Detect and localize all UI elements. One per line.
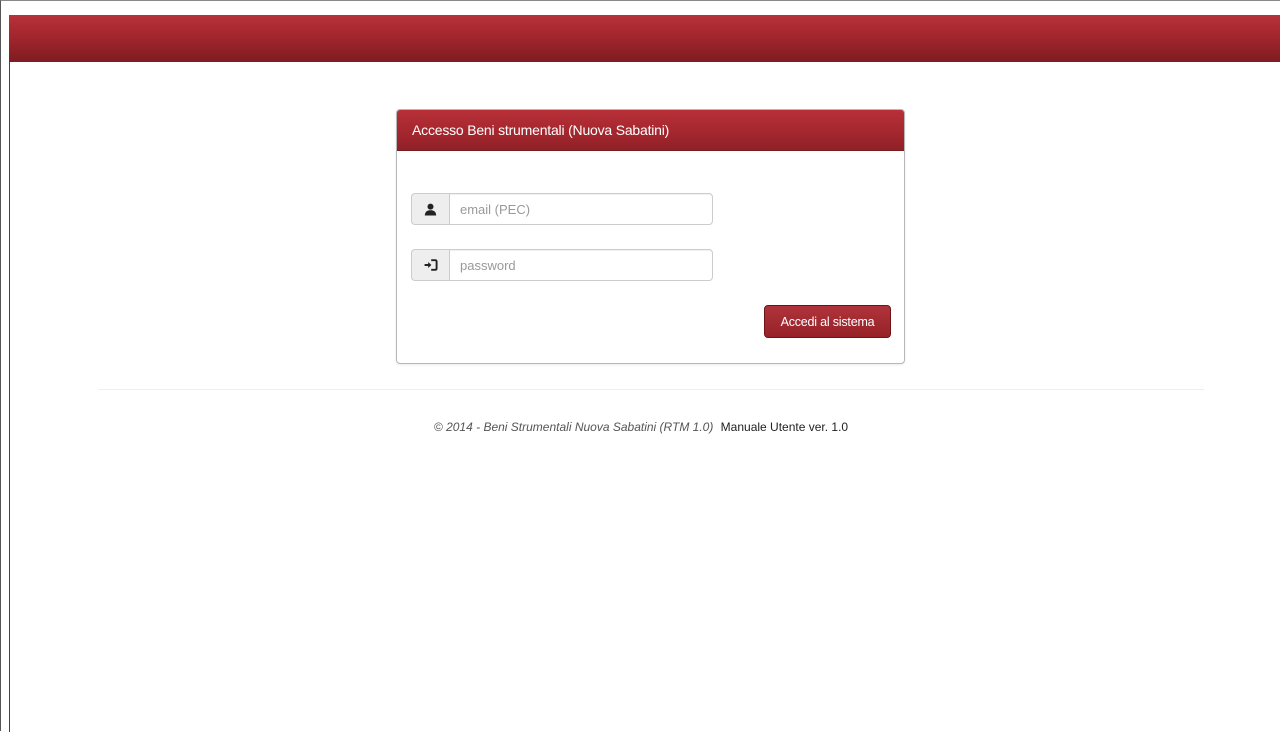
email-input-group [411,193,713,225]
user-icon [411,193,449,225]
browser-viewport: Accesso Beni strumentali (Nuova Sabatini… [0,0,1280,732]
login-button[interactable]: Accedi al sistema [764,305,891,338]
password-field[interactable] [449,249,713,281]
panel-heading: Accesso Beni strumentali (Nuova Sabatini… [397,110,904,151]
login-icon [411,249,449,281]
footer-copyright: © 2014 - Beni Strumentali Nuova Sabatini… [433,420,714,434]
panel-title: Accesso Beni strumentali (Nuova Sabatini… [412,122,670,138]
left-border [9,62,10,732]
email-field[interactable] [449,193,713,225]
footer: © 2014 - Beni Strumentali Nuova Sabatini… [1,420,1280,434]
password-input-group [411,249,713,281]
top-navbar [9,15,1280,62]
user-manual-link[interactable]: Manuale Utente ver. 1.0 [721,420,848,434]
login-panel: Accesso Beni strumentali (Nuova Sabatini… [396,109,905,364]
footer-divider [99,389,1204,390]
